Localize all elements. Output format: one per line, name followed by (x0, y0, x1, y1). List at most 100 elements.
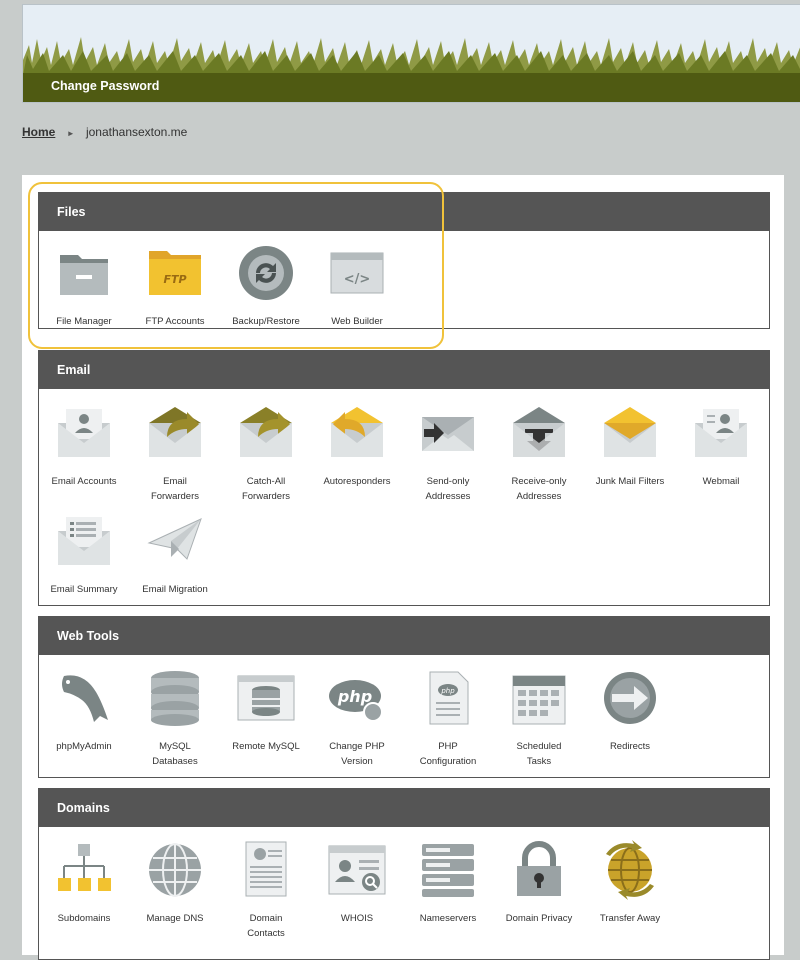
panel-title: Email (39, 351, 769, 389)
item-label: PHP Configuration (419, 741, 477, 767)
svg-text:FTP: FTP (163, 273, 186, 286)
item-label: Scheduled Tasks (516, 741, 562, 767)
item-label: Transfer Away (599, 913, 661, 924)
database-icon (151, 671, 199, 726)
transfer-globe-icon (606, 840, 654, 900)
junk-mail-icon (604, 407, 656, 457)
item-label: Manage DNS (146, 913, 204, 924)
redirect-globe-icon (604, 672, 656, 724)
subdomain-tree-icon (58, 844, 111, 891)
breadcrumb-current: jonathansexton.me (85, 125, 188, 139)
webmail-button[interactable]: Webmail (676, 403, 766, 489)
panel-title: Domains (39, 789, 769, 827)
whois-button[interactable]: WHOIS (312, 840, 402, 926)
ftp-folder-icon: FTP (149, 251, 201, 295)
item-label: MySQL Databases (152, 741, 198, 767)
folder-icon (60, 255, 108, 295)
item-label: Web Builder (331, 316, 383, 327)
receive-only-icon (513, 407, 565, 457)
item-label: phpMyAdmin (56, 741, 112, 752)
email-accounts-button[interactable]: Email Accounts (39, 403, 129, 489)
change-password-link[interactable]: Change Password (51, 79, 159, 93)
phpmyadmin-button[interactable]: phpMyAdmin (39, 668, 129, 754)
item-label: Catch-All Forwarders (241, 476, 291, 502)
scheduled-tasks-button[interactable]: Scheduled Tasks (494, 668, 584, 769)
php-config-icon: php (429, 671, 469, 725)
redirects-button[interactable]: Redirects (585, 668, 675, 754)
panel-domains: Domains Subdomains Manage DNS Domain Con… (38, 788, 770, 960)
whois-icon (328, 845, 386, 895)
header-nav-bar: Change Password (23, 73, 800, 102)
ftp-accounts-button[interactable]: FTP FTP Accounts (130, 243, 220, 329)
item-label: FTP Accounts (145, 316, 205, 327)
receive-only-addresses-button[interactable]: Receive-only Addresses (494, 403, 584, 504)
item-label: Junk Mail Filters (595, 476, 665, 487)
item-label: Autoresponders (323, 476, 391, 487)
php-configuration-button[interactable]: php PHP Configuration (403, 668, 493, 769)
web-builder-icon: </> (330, 252, 384, 294)
email-account-icon (58, 409, 110, 457)
paper-plane-icon (147, 518, 202, 560)
subdomains-button[interactable]: Subdomains (39, 840, 129, 926)
manage-dns-button[interactable]: Manage DNS (130, 840, 220, 926)
change-php-version-button[interactable]: php Change PHP Version (312, 668, 402, 769)
item-label: Domain Privacy (505, 913, 573, 924)
item-label: File Manager (56, 316, 112, 327)
breadcrumb-home-link[interactable]: Home (22, 125, 55, 139)
item-label: Email Forwarders (150, 476, 200, 502)
file-manager-button[interactable]: File Manager (39, 243, 129, 329)
breadcrumb-separator-icon: ► (66, 129, 75, 138)
domain-contacts-button[interactable]: Domain Contacts (221, 840, 311, 941)
panel-title: Web Tools (39, 617, 769, 655)
site-header: Change Password (22, 4, 800, 103)
contacts-doc-icon (245, 841, 287, 897)
transfer-away-button[interactable]: Transfer Away (585, 840, 675, 926)
autoresponder-icon (331, 407, 383, 457)
dns-globe-icon (149, 843, 201, 897)
calendar-icon (512, 675, 566, 725)
autoresponders-button[interactable]: Autoresponders (312, 403, 402, 489)
item-label: Nameservers (419, 913, 477, 924)
item-label: Redirects (609, 741, 651, 752)
email-migration-button[interactable]: Email Migration (130, 511, 220, 597)
php-change-icon: php (329, 680, 383, 722)
item-label: Backup/Restore (232, 316, 300, 327)
remote-db-icon (237, 675, 295, 721)
breadcrumb: Home ► jonathansexton.me (22, 125, 187, 139)
panel-web-tools: Web Tools phpMyAdmin MySQL Databases Rem… (38, 616, 770, 778)
junk-mail-filters-button[interactable]: Junk Mail Filters (585, 403, 675, 489)
remote-mysql-button[interactable]: Remote MySQL (221, 668, 311, 754)
email-summary-icon (58, 517, 110, 565)
mysql-databases-button[interactable]: MySQL Databases (130, 668, 220, 769)
item-label: Subdomains (57, 913, 111, 924)
panel-files: Files File Manager FTP FTP Accounts Back… (38, 192, 770, 329)
panel-email: Email Email Accounts Email Forwarders Ca… (38, 350, 770, 606)
send-only-addresses-button[interactable]: Send-only Addresses (403, 403, 493, 504)
item-label: Email Accounts (51, 476, 117, 487)
item-label: Send-only Addresses (425, 476, 471, 502)
web-builder-button[interactable]: </> Web Builder (312, 243, 402, 329)
dolphin-icon (62, 675, 108, 722)
item-label: WHOIS (340, 913, 374, 924)
email-forwarders-button[interactable]: Email Forwarders (130, 403, 220, 504)
svg-text:php: php (440, 687, 455, 695)
server-icon (422, 844, 474, 897)
item-label: Webmail (702, 476, 740, 487)
item-label: Email Migration (142, 584, 208, 595)
padlock-icon (517, 841, 561, 896)
panel-title: Files (39, 193, 769, 231)
nameservers-button[interactable]: Nameservers (403, 840, 493, 926)
item-label: Domain Contacts (247, 913, 285, 939)
catch-all-forwarders-button[interactable]: Catch-All Forwarders (221, 403, 311, 504)
domain-privacy-button[interactable]: Domain Privacy (494, 840, 584, 926)
item-label: Email Summary (50, 584, 118, 595)
backup-restore-icon (239, 246, 293, 300)
catch-all-icon (240, 407, 292, 457)
backup-restore-button[interactable]: Backup/Restore (221, 243, 311, 329)
item-label: Remote MySQL (232, 741, 300, 752)
email-summary-button[interactable]: Email Summary (39, 511, 129, 597)
main-content: Files File Manager FTP FTP Accounts Back… (22, 175, 784, 960)
item-label: Receive-only Addresses (511, 476, 567, 502)
webmail-icon (695, 409, 747, 457)
svg-text:</>: </> (344, 272, 371, 287)
